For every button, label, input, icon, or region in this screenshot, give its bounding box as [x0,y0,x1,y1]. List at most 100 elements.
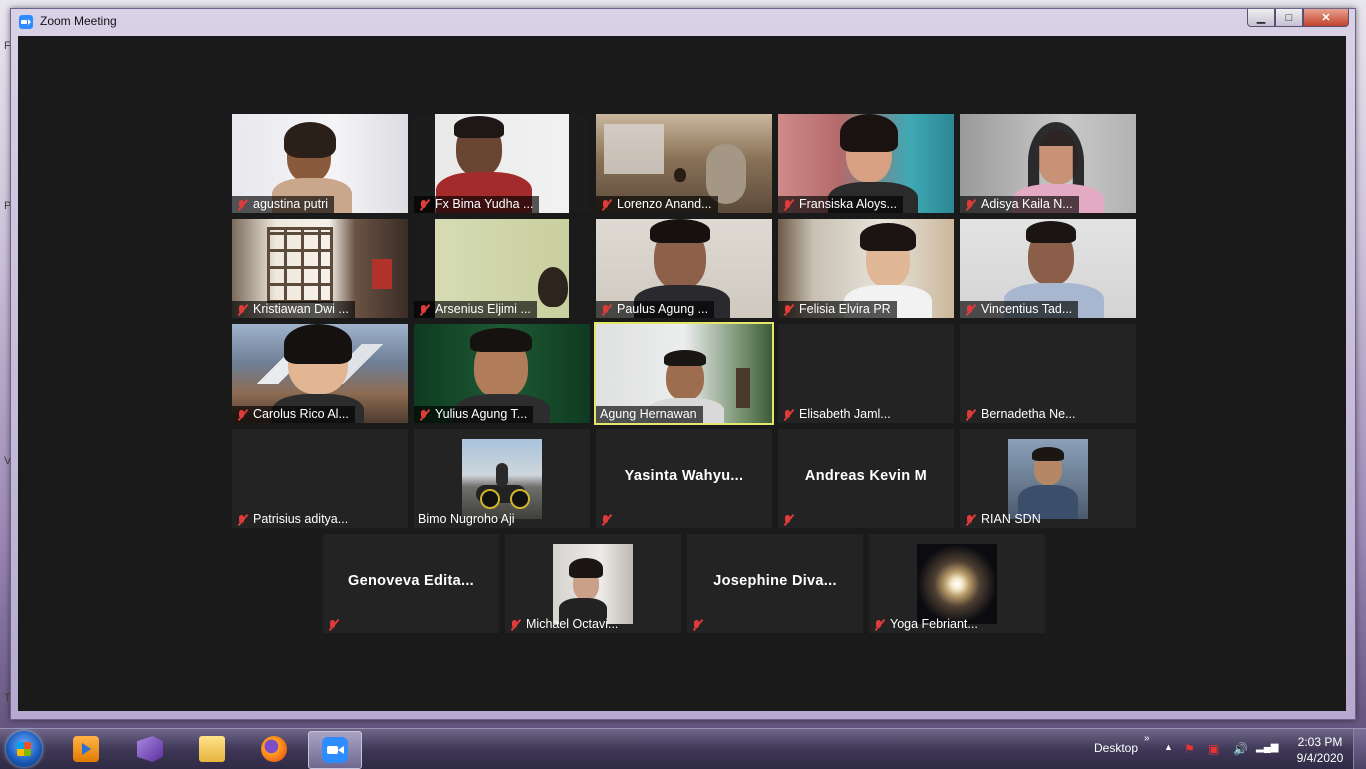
participant-tile[interactable]: Andreas Kevin M [778,429,954,528]
participant-name: Michael Octavi... [526,617,619,631]
zoom-logo-icon [19,15,33,29]
system-clock[interactable]: 2:03 PM 9/4/2020 [1290,734,1350,766]
mic-muted-icon [418,199,429,211]
participant-tile[interactable]: RIAN SDN [960,429,1136,528]
participant-name: Carolus Rico Al... [253,407,349,421]
mic-muted-icon [236,409,247,421]
participant-tile[interactable]: Adisya Kaila N... [960,114,1136,213]
participant-name: Felisia Elvira PR [799,302,891,316]
participant-name: Bimo Nugroho Aji [418,512,515,526]
mic-muted-icon [600,199,611,211]
participant-tile[interactable]: agustina putri [232,114,408,213]
mic-muted-icon [782,514,793,526]
participant-tile[interactable]: Patrisius aditya... [232,429,408,528]
gallery-view: agustina putri Fx Bima Yudha ... Lorenzo… [18,36,1346,711]
participant-tile[interactable]: Bimo Nugroho Aji [414,429,590,528]
close-button[interactable]: ✕ [1303,9,1349,27]
visual-studio-icon[interactable] [124,731,176,767]
window-title: Zoom Meeting [40,14,117,28]
mic-muted-icon [782,409,793,421]
participant-tile[interactable]: Felisia Elvira PR [778,219,954,318]
signal-icon[interactable]: ▂▄▆ [1256,742,1278,753]
participant-name: Lorenzo Anand... [617,197,712,211]
clock-time: 2:03 PM [1297,735,1343,749]
mic-muted-icon [964,199,975,211]
mic-muted-icon [327,619,338,631]
mic-muted-icon [964,304,975,316]
participant-name-large: Yasinta Wahyu... [624,468,744,484]
taskbar: Desktop » ▲ ⚑ ▣ 🔊 ▂▄▆ 2:03 PM 9/4/2020 [0,728,1366,769]
participant-name: agustina putri [253,197,329,211]
profile-picture [553,544,633,624]
participant-name: Agung Hernawan [600,407,697,421]
participant-name-large: Genoveva Edita... [348,573,474,589]
participant-tile[interactable]: Michael Octavi... [505,534,681,633]
mic-muted-icon [509,619,520,631]
participant-tile-active-speaker[interactable]: Agung Hernawan [594,322,774,425]
participant-name: Elisabeth Jaml... [799,407,891,421]
mic-muted-icon [873,619,884,631]
participant-name: Adisya Kaila N... [981,197,1073,211]
participant-name: Fx Bima Yudha ... [435,197,534,211]
participant-tile[interactable]: Lorenzo Anand... [596,114,772,213]
participant-tile[interactable]: Fransiska Aloys... [778,114,954,213]
profile-picture [462,439,542,519]
participant-name: Vincentius Tad... [981,302,1073,316]
participant-tile[interactable]: Elisabeth Jaml... [778,324,954,423]
participant-name: Bernadetha Ne... [981,407,1076,421]
participant-name: Yulius Agung T... [435,407,528,421]
mic-muted-icon [691,619,702,631]
network-warning-icon[interactable]: ▣ [1208,742,1219,756]
profile-picture [1008,439,1088,519]
participant-tile[interactable]: Vincentius Tad... [960,219,1136,318]
mic-muted-icon [600,514,611,526]
mic-muted-icon [236,514,247,526]
participant-name-large: Andreas Kevin M [804,468,928,484]
participant-tile[interactable]: Genoveva Edita... [323,534,499,633]
action-center-flag-icon[interactable]: ⚑ [1184,742,1195,756]
participant-name: Patrisius aditya... [253,512,349,526]
participant-tile[interactable]: Paulus Agung ... [596,219,772,318]
start-button[interactable] [6,731,42,767]
title-bar[interactable]: Zoom Meeting ▁ □ ✕ [11,9,1355,35]
participant-tile[interactable]: Arsenius Eljimi ... [414,219,590,318]
mic-muted-icon [418,409,429,421]
mic-muted-icon [782,199,793,211]
mic-muted-icon [236,199,247,211]
participant-tile[interactable]: Yasinta Wahyu... [596,429,772,528]
participant-tile[interactable]: Kristiawan Dwi ... [232,219,408,318]
mic-muted-icon [964,409,975,421]
participant-name-large: Josephine Diva... [713,573,837,589]
maximize-button[interactable]: □ [1275,9,1303,27]
zoom-window: Zoom Meeting ▁ □ ✕ agustina putri Fx Bim… [10,8,1356,720]
participant-name: RIAN SDN [981,512,1041,526]
participant-tile[interactable]: Bernadetha Ne... [960,324,1136,423]
mic-muted-icon [782,304,793,316]
minimize-button[interactable]: ▁ [1247,9,1275,27]
participant-name: Yoga Febriant... [890,617,978,631]
profile-picture [917,544,997,624]
participant-tile[interactable]: Josephine Diva... [687,534,863,633]
media-player-icon[interactable] [60,731,112,767]
show-hidden-icons-icon[interactable]: ▲ [1164,742,1173,752]
participant-tile[interactable]: Carolus Rico Al... [232,324,408,423]
participant-name: Paulus Agung ... [617,302,709,316]
firefox-icon[interactable] [248,731,300,767]
zoom-icon[interactable] [308,731,362,769]
mic-muted-icon [418,304,429,316]
participant-tile[interactable]: Fx Bima Yudha ... [414,114,590,213]
desktop-toolbar-label[interactable]: Desktop [1094,741,1138,755]
toolbar-chevron[interactable]: » [1144,733,1150,744]
mic-muted-icon [600,304,611,316]
show-desktop-button[interactable] [1353,729,1366,769]
participant-name: Fransiska Aloys... [799,197,897,211]
participant-tile[interactable]: Yoga Febriant... [869,534,1045,633]
participant-name: Kristiawan Dwi ... [253,302,349,316]
mic-muted-icon [236,304,247,316]
volume-icon[interactable]: 🔊 [1233,742,1248,756]
participant-name: Arsenius Eljimi ... [435,302,531,316]
mic-muted-icon [964,514,975,526]
clock-date: 9/4/2020 [1296,751,1344,765]
participant-tile[interactable]: Yulius Agung T... [414,324,590,423]
file-explorer-icon[interactable] [186,731,238,767]
